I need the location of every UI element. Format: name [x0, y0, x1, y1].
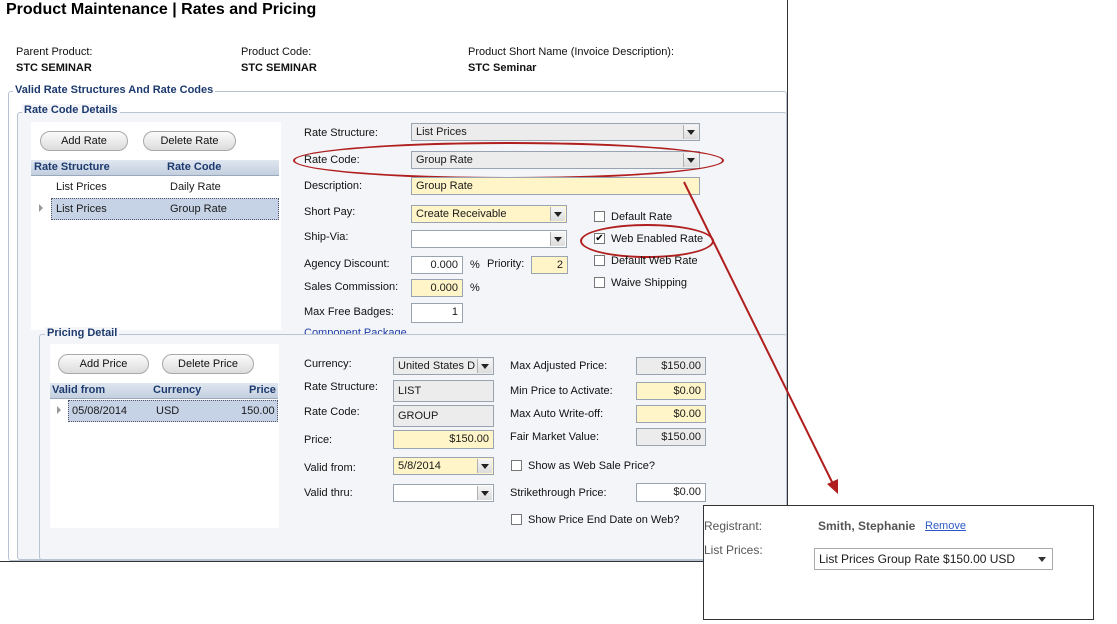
- remove-link[interactable]: Remove: [925, 520, 966, 532]
- chevron-down-icon[interactable]: [1038, 557, 1046, 562]
- registrant-value: Smith, Stephanie: [818, 519, 916, 533]
- list-prices-label: List Prices:: [704, 543, 763, 557]
- list-prices-select[interactable]: List Prices Group Rate $150.00 USD: [814, 548, 1053, 570]
- web-preview-panel: Registrant: Smith, Stephanie Remove List…: [703, 505, 1094, 620]
- registrant-label: Registrant:: [704, 519, 763, 533]
- arrow-line: [683, 181, 834, 485]
